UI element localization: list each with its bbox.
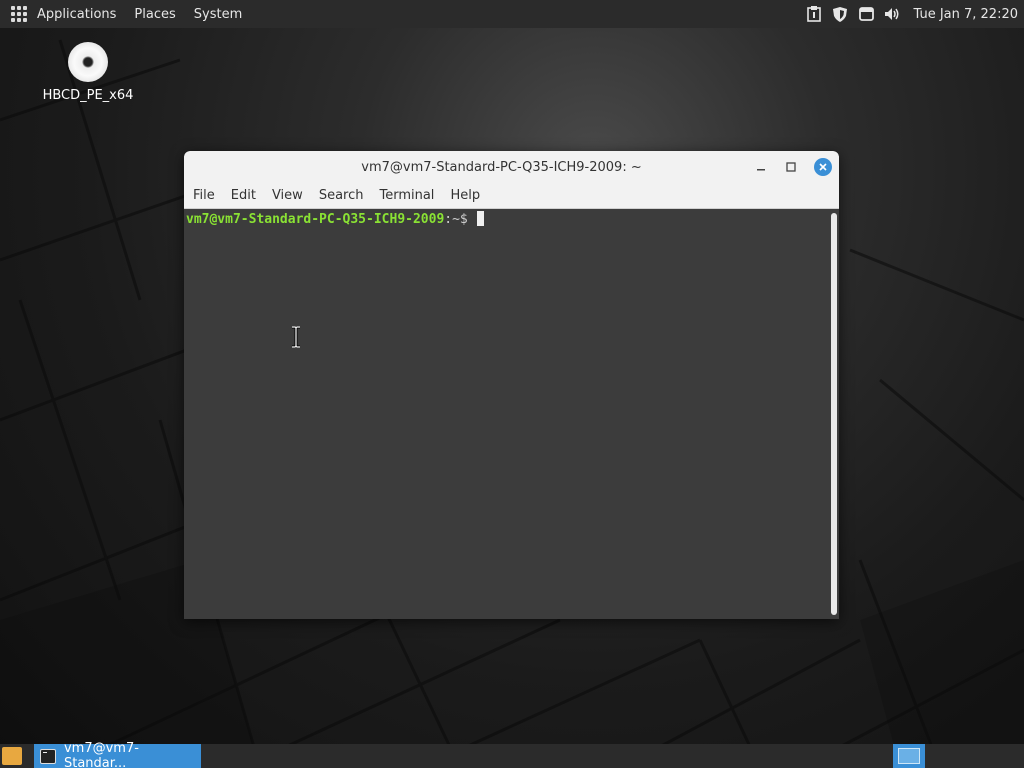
top-panel: Applications Places System Tue Jan 7, 22… [0,0,1024,28]
minimize-button[interactable] [752,158,770,176]
close-button[interactable] [814,158,832,176]
clock[interactable]: Tue Jan 7, 22:20 [913,7,1018,22]
prompt-user: vm7@vm7-Standard-PC-Q35-ICH9-2009 [186,212,445,227]
window-titlebar[interactable]: vm7@vm7-Standard-PC-Q35-ICH9-2009: ~ [184,151,839,183]
menu-help[interactable]: Help [446,188,484,203]
show-desktop-icon[interactable] [2,747,22,765]
prompt-path: :~$ [444,212,476,227]
taskbar-item-label: vm7@vm7-Standar... [63,741,139,768]
workspace-2[interactable] [928,744,960,768]
window-title: vm7@vm7-Standard-PC-Q35-ICH9-2009: ~ [361,159,642,175]
desktop-icon-label: HBCD_PE_x64 [42,88,134,103]
close-icon [819,163,827,171]
menu-view[interactable]: View [268,188,307,203]
text-cursor [476,211,484,226]
workspace-1[interactable] [893,744,925,768]
menu-file[interactable]: File [189,188,219,203]
taskbar-item-terminal[interactable]: vm7@vm7-Standar... [34,741,201,768]
maximize-button[interactable] [782,158,800,176]
apps-grid-icon[interactable] [11,6,27,22]
menu-applications[interactable]: Applications [35,7,118,22]
menu-system[interactable]: System [192,7,244,22]
prompt-line: vm7@vm7-Standard-PC-Q35-ICH9-2009:~$ [186,211,484,227]
volume-icon[interactable] [883,5,901,23]
clipboard-icon[interactable] [805,5,823,23]
terminal-menubar: File Edit View Search Terminal Help [184,183,839,209]
disc-icon [68,42,108,82]
menu-edit[interactable]: Edit [227,188,260,203]
window-icon[interactable] [857,5,875,23]
system-tray: Tue Jan 7, 22:20 [805,0,1024,28]
terminal-window: vm7@vm7-Standard-PC-Q35-ICH9-2009: ~ Fil… [184,151,839,619]
terminal-output[interactable]: vm7@vm7-Standard-PC-Q35-ICH9-2009:~$ [184,209,828,619]
ibeam-cursor-icon [292,326,300,348]
menu-terminal[interactable]: Terminal [375,188,438,203]
maximize-icon [786,162,796,172]
shield-icon[interactable] [831,5,849,23]
scrollbar[interactable] [828,209,839,619]
bottom-panel: vm7@vm7-Standar... [0,741,1024,768]
menu-places[interactable]: Places [132,7,177,22]
minimize-icon [757,169,765,171]
desktop-icon-hbcd[interactable]: HBCD_PE_x64 [40,40,136,103]
menu-search[interactable]: Search [315,188,368,203]
terminal-icon [40,748,56,764]
scrollbar-thumb[interactable] [831,213,837,615]
